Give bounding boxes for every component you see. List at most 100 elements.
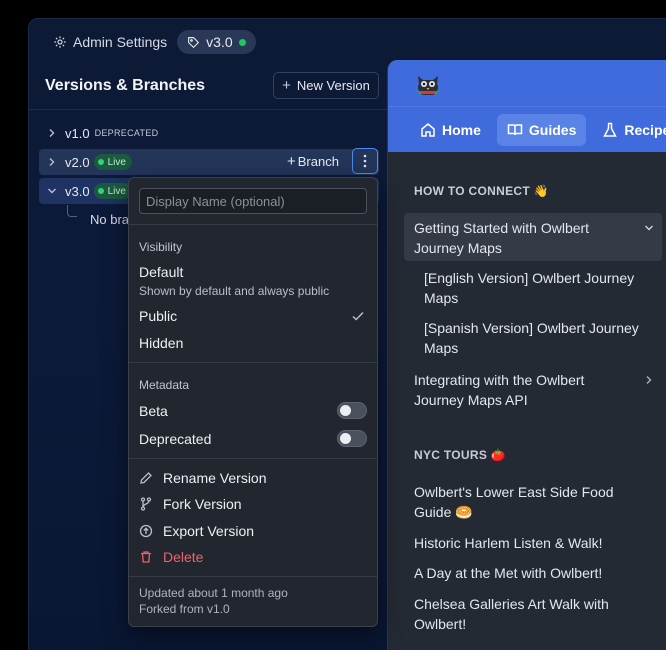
- tour-item-chelsea[interactable]: Chelsea Galleries Art Walk with Owlbert!: [414, 594, 609, 634]
- live-label: Live: [107, 156, 126, 168]
- trash-icon: [141, 551, 151, 563]
- rename-label: Rename Version: [163, 470, 267, 486]
- guide-item-integrating[interactable]: Integrating with the Owlbert Journey Map…: [414, 370, 584, 410]
- chevron-down-icon[interactable]: [47, 186, 57, 196]
- version-name: v1.0: [65, 125, 90, 141]
- divider: [29, 109, 389, 110]
- section-nyc-tours: NYC TOURS 🍅: [414, 448, 507, 462]
- guide-item-getting-started[interactable]: Getting Started with Owlbert Journey Map…: [414, 218, 589, 258]
- menu-divider: [129, 224, 377, 225]
- display-name-input[interactable]: [139, 188, 367, 214]
- visibility-default-option[interactable]: Default: [139, 264, 183, 280]
- version-pill-label: v3.0: [206, 34, 233, 50]
- deprecated-toggle[interactable]: [337, 430, 367, 447]
- guide-item-line: Owlbert!: [414, 616, 467, 632]
- guides-header: Home Guides Recipe: [388, 60, 666, 152]
- guide-item-line: Guide 🥯: [414, 504, 473, 520]
- visibility-hidden-option[interactable]: Hidden: [139, 335, 183, 351]
- guide-item-line: Journey Maps API: [414, 392, 528, 408]
- flask-icon: [603, 122, 618, 137]
- version-name: v3.0: [65, 183, 90, 199]
- live-label: Live: [107, 185, 126, 197]
- chevron-right-icon[interactable]: [47, 128, 57, 138]
- nav-home[interactable]: Home: [410, 114, 491, 146]
- nav-home-label: Home: [442, 121, 481, 138]
- check-icon: [352, 311, 364, 321]
- guide-item-line: A Day at the Met with Owlbert!: [414, 565, 603, 581]
- guide-item-line: Integrating with the Owlbert: [414, 372, 585, 388]
- visibility-heading: Visibility: [139, 240, 183, 254]
- tour-item-les-food[interactable]: Owlbert's Lower East Side Food Guide 🥯: [414, 482, 614, 522]
- section-how-to-connect: HOW TO CONNECT 👋: [414, 184, 549, 198]
- menu-divider: [129, 362, 377, 363]
- nav-guides[interactable]: Guides: [496, 113, 587, 146]
- version-name: v2.0: [65, 154, 90, 170]
- export-icon: [139, 524, 153, 538]
- rename-version-action[interactable]: Rename Version: [139, 470, 267, 486]
- visibility-default-desc: Shown by default and always public: [139, 284, 330, 298]
- delete-label: Delete: [163, 549, 204, 565]
- guide-item-line: Owlbert's Lower East Side Food: [414, 484, 614, 500]
- nav-guides-label: Guides: [528, 121, 577, 138]
- delete-version-action[interactable]: Delete: [139, 549, 203, 565]
- fork-version-action[interactable]: Fork Version: [139, 496, 242, 512]
- metadata-heading: Metadata: [139, 378, 190, 392]
- owl-logo-icon[interactable]: [414, 72, 442, 98]
- guides-panel: Home Guides Recipe HOW TO CONNECT 👋 Gett…: [387, 60, 666, 650]
- guide-item-line: Maps: [424, 290, 459, 306]
- menu-divider: [129, 458, 377, 459]
- plus-icon: +: [282, 77, 291, 94]
- versions-branches-title: Versions & Branches: [45, 77, 206, 94]
- guide-item-spanish[interactable]: [Spanish Version] Owlbert Journey Maps: [424, 318, 639, 358]
- nav-recipes[interactable]: Recipe: [592, 114, 666, 146]
- forked-from-text: Forked from v1.0: [139, 602, 230, 616]
- version-options-menu: Visibility Default Shown by default and …: [128, 177, 378, 627]
- gear-icon: [54, 36, 66, 48]
- tree-connector: [67, 205, 77, 217]
- more-options-button[interactable]: [352, 148, 378, 174]
- beta-toggle[interactable]: [337, 402, 367, 419]
- kebab-icon: [363, 154, 367, 168]
- deprecated-label: DEPRECATED: [94, 128, 159, 138]
- tag-icon: [188, 36, 200, 48]
- guide-item-line: Historic Harlem Listen & Walk!: [414, 535, 603, 551]
- beta-label: Beta: [139, 403, 168, 419]
- version-pill[interactable]: v3.0: [177, 30, 256, 54]
- admin-header: Admin Settings v3.0: [29, 19, 666, 65]
- new-version-button[interactable]: + New Version: [273, 72, 379, 99]
- version-row-v1[interactable]: v1.0 DEPRECATED: [39, 120, 379, 146]
- add-branch-button[interactable]: + Branch: [287, 153, 339, 170]
- tour-item-met[interactable]: A Day at the Met with Owlbert!: [414, 563, 602, 583]
- new-version-label: New Version: [296, 78, 370, 93]
- book-icon: [507, 123, 523, 135]
- live-badge: Live: [93, 154, 132, 170]
- guide-item-line: Maps: [424, 340, 459, 356]
- fork-icon: [140, 497, 152, 511]
- version-row-v2[interactable]: v2.0 Live + Branch: [39, 148, 379, 175]
- chevron-down-icon[interactable]: [644, 223, 654, 233]
- guide-item-line: Chelsea Galleries Art Walk with: [414, 596, 609, 612]
- export-version-action[interactable]: Export Version: [139, 523, 254, 539]
- live-dot-icon: [238, 38, 246, 46]
- guide-item-line: Journey Maps: [414, 240, 502, 256]
- chevron-right-icon[interactable]: [644, 375, 654, 385]
- live-badge: Live: [93, 183, 132, 199]
- chevron-right-icon[interactable]: [47, 157, 57, 167]
- branch-label: Branch: [297, 154, 339, 169]
- guide-item-line: [Spanish Version] Owlbert Journey: [424, 320, 639, 336]
- guide-item-line: Getting Started with Owlbert: [414, 220, 590, 236]
- deprecated-toggle-label: Deprecated: [139, 431, 212, 447]
- visibility-public-option[interactable]: Public: [139, 308, 177, 324]
- admin-title: Admin Settings: [73, 34, 168, 50]
- pencil-icon: [140, 472, 152, 484]
- live-dot-icon: [97, 188, 104, 194]
- tour-item-harlem[interactable]: Historic Harlem Listen & Walk!: [414, 533, 603, 553]
- updated-text: Updated about 1 month ago: [139, 586, 288, 600]
- nav-recipes-label: Recipe: [624, 121, 666, 138]
- menu-divider: [129, 576, 377, 577]
- guide-item-english[interactable]: [English Version] Owlbert Journey Maps: [424, 268, 634, 308]
- home-icon: [421, 122, 435, 137]
- guide-item-line: [English Version] Owlbert Journey: [424, 270, 635, 286]
- export-label: Export Version: [163, 523, 255, 539]
- live-dot-icon: [97, 159, 104, 165]
